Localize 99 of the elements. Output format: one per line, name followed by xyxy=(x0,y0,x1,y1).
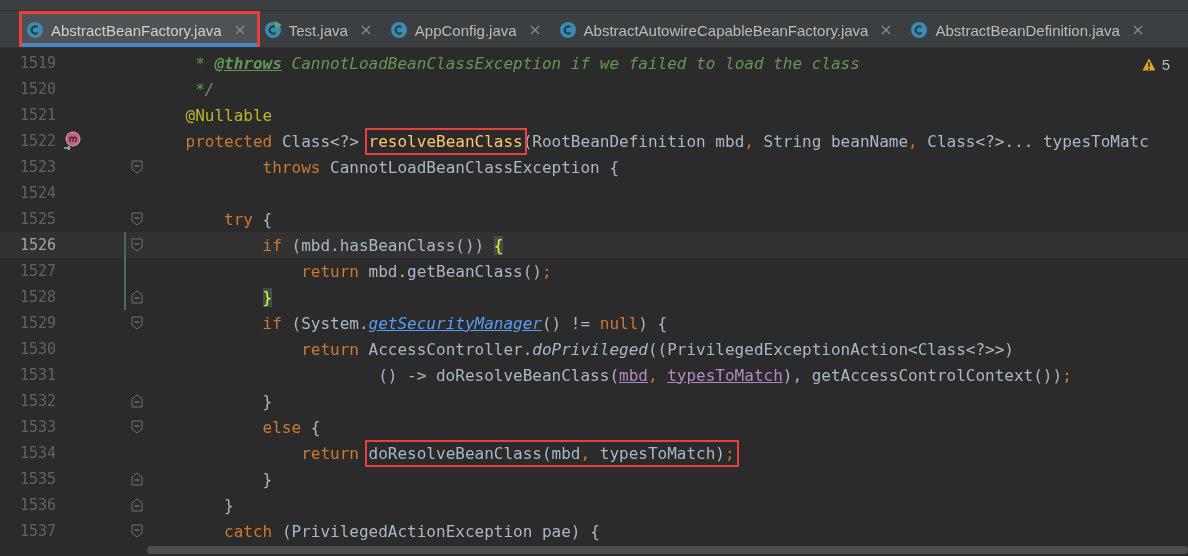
line-number: 1528 xyxy=(18,288,56,306)
class-icon xyxy=(910,21,929,40)
fold-icon[interactable] xyxy=(131,472,143,486)
doc-tag: @throws xyxy=(214,53,282,73)
code-comment: */ xyxy=(195,79,215,99)
line-number: 1525 xyxy=(18,210,56,228)
method-call: doPrivileged xyxy=(532,339,648,359)
line-number: 1520 xyxy=(18,80,56,98)
line-number: 1530 xyxy=(18,340,56,358)
code-keyword: ; xyxy=(541,261,552,281)
code-keyword: catch xyxy=(224,521,273,541)
code-text: ((PrivilegedExceptionAction<Class<?>>) xyxy=(647,339,1014,359)
code-keyword: if xyxy=(262,235,282,255)
line-number: 1536 xyxy=(18,496,56,514)
code-keyword: return xyxy=(301,443,360,463)
line-number: 1522 xyxy=(18,132,56,150)
code-text: mbd.getBeanClass() xyxy=(368,261,542,281)
line-number: 1526 xyxy=(18,236,56,254)
line-number: 1533 xyxy=(18,418,56,436)
warning-icon[interactable] xyxy=(1141,58,1156,71)
code-keyword: throws xyxy=(262,157,321,177)
class-icon xyxy=(558,21,577,40)
code-keyword: , xyxy=(580,443,591,463)
line-number: 1521 xyxy=(18,106,56,124)
line-number: 1537 xyxy=(18,522,56,540)
fold-icon[interactable] xyxy=(131,316,143,330)
code-text: (mbd.hasBeanClass()) xyxy=(291,235,486,255)
code-keyword: , xyxy=(647,365,659,385)
fold-icon[interactable] xyxy=(131,524,143,538)
close-icon[interactable] xyxy=(529,25,540,36)
class-icon xyxy=(26,21,44,40)
code-keyword: , xyxy=(744,131,754,151)
code-text: { xyxy=(262,209,273,229)
code-text: Class<?>... typesToMatc xyxy=(927,131,1149,151)
line-number: 1527 xyxy=(18,262,56,280)
horizontal-scrollbar[interactable] xyxy=(147,546,1188,554)
code-keyword: if xyxy=(262,313,282,333)
editor-tab[interactable]: Test.java xyxy=(259,13,383,47)
close-icon[interactable] xyxy=(360,25,371,36)
code-comment: * xyxy=(195,53,206,73)
code-keyword: else xyxy=(262,417,302,437)
line-number: 1532 xyxy=(18,392,56,410)
matched-brace: { xyxy=(493,235,504,255)
editor-tab[interactable]: AbstractBeanDefinition.java xyxy=(906,13,1155,47)
fold-icon[interactable] xyxy=(131,212,143,226)
line-number: 1534 xyxy=(18,444,56,462)
line-number: 1535 xyxy=(18,470,56,488)
captured-variable: mbd xyxy=(619,365,648,385)
close-icon[interactable] xyxy=(1132,25,1143,36)
captured-variable: typesToMatch xyxy=(667,365,783,385)
class-icon xyxy=(389,21,408,40)
code-text: doResolveBeanClass(mbd xyxy=(368,443,581,463)
code-annotation: @Nullable xyxy=(185,105,273,125)
code-text: } xyxy=(224,495,234,515)
matched-brace: } xyxy=(262,287,273,307)
code-text: { xyxy=(310,417,321,437)
code-text: String beanName xyxy=(763,131,909,151)
editor-tab[interactable]: AppConfig.java xyxy=(385,13,552,47)
close-icon[interactable] xyxy=(881,25,892,36)
method-name: resolveBeanClass xyxy=(368,131,523,151)
code-text: () != xyxy=(541,313,592,333)
code-keyword: return xyxy=(301,339,359,359)
line-number: 1519 xyxy=(18,54,56,72)
code-keyword: , xyxy=(908,131,918,151)
fold-icon[interactable] xyxy=(131,160,143,174)
line-number: 1523 xyxy=(18,158,56,176)
line-number: 1524 xyxy=(18,184,56,202)
class-icon xyxy=(263,21,282,40)
line-number: 1529 xyxy=(18,314,56,332)
code-comment: CannotLoadBeanClassException if we failed to load the class xyxy=(291,53,860,73)
code-text: ) { xyxy=(638,313,668,333)
fold-icon[interactable] xyxy=(131,498,143,512)
fold-icon[interactable] xyxy=(131,238,143,252)
code-text: (System. xyxy=(291,313,369,333)
warning-count: 5 xyxy=(1161,56,1170,73)
code-text: ), getAccessControlContext()) xyxy=(782,365,1063,385)
code-text: } xyxy=(262,391,273,411)
code-text: typesToMatch) xyxy=(598,443,725,463)
editor-tab[interactable]: AbstractBeanFactory.java xyxy=(22,13,257,47)
code-text: CannotLoadBeanClassException { xyxy=(330,157,619,177)
fold-icon[interactable] xyxy=(131,290,143,304)
code-text: AccessController. xyxy=(368,339,533,359)
code-text: } xyxy=(262,469,273,489)
line-number: 1531 xyxy=(18,366,56,384)
code-keyword: try xyxy=(224,209,253,229)
fold-icon[interactable] xyxy=(131,394,143,408)
code-text: (PrivilegedActionException pae) { xyxy=(281,521,600,541)
code-keyword: return xyxy=(301,261,359,281)
code-keyword: protected xyxy=(185,131,273,151)
code-text: () -> doResolveBeanClass( xyxy=(378,365,619,385)
code-keyword: ; xyxy=(1062,365,1072,385)
close-icon[interactable] xyxy=(234,25,245,36)
editor-tab[interactable]: AbstractAutowireCapableBeanFactory.java xyxy=(554,13,904,47)
code-keyword: null xyxy=(599,313,639,333)
code-text: Class<?> xyxy=(281,131,360,151)
override-marker-icon[interactable] xyxy=(62,131,82,151)
code-text: (RootBeanDefinition mbd xyxy=(522,131,745,151)
code-keyword: ; xyxy=(725,443,735,463)
fold-icon[interactable] xyxy=(131,420,143,434)
